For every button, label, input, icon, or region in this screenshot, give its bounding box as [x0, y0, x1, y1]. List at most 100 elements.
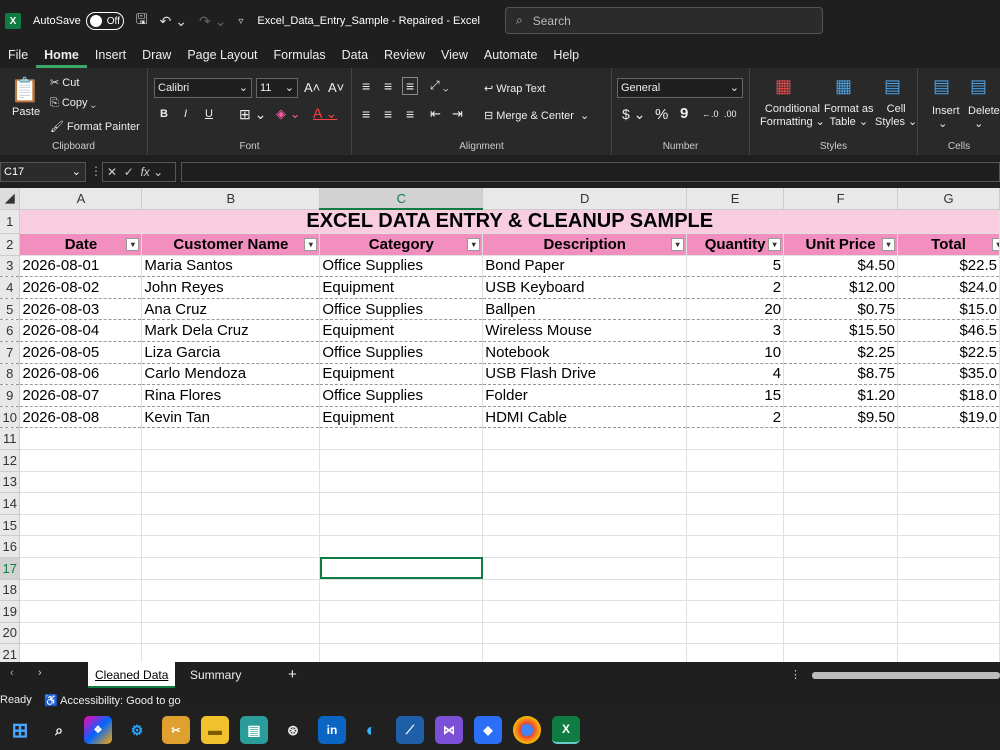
table-cell[interactable]: Wireless Mouse: [482, 319, 688, 342]
table-cell[interactable]: Bond Paper: [482, 255, 688, 278]
paste-icon[interactable]: 📋: [10, 76, 40, 105]
row-header[interactable]: 9: [0, 384, 21, 407]
table-cell[interactable]: [141, 514, 321, 537]
table-cell[interactable]: Ballpen: [482, 298, 688, 321]
table-cell[interactable]: 10: [686, 341, 785, 364]
table-cell[interactable]: $9.50: [783, 406, 899, 429]
menu-home[interactable]: Home: [36, 42, 87, 68]
table-cell[interactable]: $24.0: [897, 276, 1000, 299]
table-cell[interactable]: [319, 622, 484, 645]
gear-icon[interactable]: ⚙: [123, 716, 151, 744]
table-cell[interactable]: [482, 579, 688, 602]
table-cell[interactable]: [19, 449, 143, 472]
percent-button[interactable]: %: [655, 106, 668, 123]
table-cell[interactable]: [141, 600, 321, 623]
menu-help[interactable]: Help: [545, 42, 587, 68]
align-center-icon[interactable]: ≡: [384, 106, 392, 122]
row-header[interactable]: 15: [0, 514, 21, 537]
table-cell[interactable]: 2026-08-01: [19, 255, 143, 278]
select-all-corner[interactable]: ◢: [0, 188, 21, 210]
table-cell[interactable]: Notebook: [482, 341, 688, 364]
header-date[interactable]: Date ▾: [19, 233, 143, 256]
table-cell[interactable]: [783, 492, 899, 515]
menu-review[interactable]: Review: [376, 42, 433, 68]
table-cell[interactable]: [897, 449, 1000, 472]
windows-start-icon[interactable]: ⊞: [6, 716, 34, 744]
delete-cells-button[interactable]: Delete ⌄: [968, 105, 1000, 130]
row-header[interactable]: 12: [0, 449, 21, 472]
table-cell[interactable]: [319, 492, 484, 515]
cancel-icon[interactable]: ✕: [107, 165, 117, 179]
align-middle-icon[interactable]: ≡: [384, 78, 392, 94]
table-cell[interactable]: John Reyes: [141, 276, 321, 299]
comma-button[interactable]: 9: [680, 105, 688, 122]
table-cell[interactable]: [482, 643, 688, 662]
name-box[interactable]: C17 ⌄: [0, 162, 86, 182]
format-as-table-button[interactable]: Format as Table ⌄: [824, 103, 874, 128]
row-header[interactable]: 8: [0, 363, 21, 386]
table-cell[interactable]: [141, 557, 321, 580]
menu-file[interactable]: File: [0, 42, 36, 68]
table-cell[interactable]: [19, 427, 143, 450]
cell-styles-icon[interactable]: ▤: [884, 76, 901, 97]
tab-cleaned-data[interactable]: Cleaned Data: [88, 662, 176, 688]
row-header[interactable]: 5: [0, 298, 21, 321]
table-cell[interactable]: Carlo Mendoza: [141, 363, 321, 386]
table-cell[interactable]: [897, 535, 1000, 558]
more-options-icon[interactable]: ⋮: [790, 668, 801, 681]
table-cell[interactable]: Office Supplies: [319, 341, 484, 364]
search-box[interactable]: ⌕ Search: [505, 7, 823, 34]
table-cell[interactable]: [141, 643, 321, 662]
increase-indent-icon[interactable]: ⇥: [452, 106, 463, 122]
header-description[interactable]: Description ▾: [482, 233, 688, 256]
table-cell[interactable]: [897, 643, 1000, 662]
table-cell[interactable]: [319, 514, 484, 537]
table-cell[interactable]: 15: [686, 384, 785, 407]
column-header[interactable]: B: [141, 188, 321, 210]
column-header[interactable]: D: [482, 188, 688, 210]
copy-button[interactable]: ⎘ Copy ⌄: [50, 97, 96, 110]
table-cell[interactable]: [19, 579, 143, 602]
enter-icon[interactable]: ✓: [124, 165, 134, 179]
align-right-icon[interactable]: ≡: [406, 106, 414, 122]
font-name-select[interactable]: Calibri ⌄: [154, 78, 252, 98]
row-header[interactable]: 18: [0, 579, 21, 602]
table-cell[interactable]: Office Supplies: [319, 298, 484, 321]
header-unit-price[interactable]: Unit Price ▾: [783, 233, 899, 256]
decrease-indent-icon[interactable]: ⇤: [430, 106, 441, 122]
table-cell[interactable]: 2: [686, 276, 785, 299]
filter-dropdown-icon[interactable]: ▾: [304, 238, 318, 251]
align-top-icon[interactable]: ≡: [362, 78, 370, 94]
table-cell[interactable]: $8.75: [783, 363, 899, 386]
table-cell[interactable]: [897, 514, 1000, 537]
table-cell[interactable]: [783, 600, 899, 623]
table-cell[interactable]: [19, 600, 143, 623]
table-cell[interactable]: [686, 622, 785, 645]
table-cell[interactable]: [783, 471, 899, 494]
header-quantity[interactable]: Quantity ▾: [686, 233, 785, 256]
increase-decimal-icon[interactable]: ←.0: [702, 109, 719, 119]
table-cell[interactable]: [783, 557, 899, 580]
table-cell[interactable]: [897, 579, 1000, 602]
table-cell[interactable]: USB Keyboard: [482, 276, 688, 299]
table-cell[interactable]: [783, 427, 899, 450]
table-cell[interactable]: [686, 514, 785, 537]
table-cell[interactable]: HDMI Cable: [482, 406, 688, 429]
table-cell[interactable]: [319, 449, 484, 472]
table-cell[interactable]: [897, 600, 1000, 623]
table-cell[interactable]: 2026-08-02: [19, 276, 143, 299]
table-cell[interactable]: [897, 622, 1000, 645]
table-cell[interactable]: [141, 449, 321, 472]
redo-icon[interactable]: ↷ ⌄: [199, 13, 226, 30]
table-cell[interactable]: [482, 622, 688, 645]
italic-button[interactable]: I: [184, 108, 187, 120]
table-cell[interactable]: [482, 492, 688, 515]
table-cell[interactable]: [482, 427, 688, 450]
horizontal-scrollbar[interactable]: [812, 672, 1000, 679]
table-cell[interactable]: [19, 557, 143, 580]
worksheet[interactable]: ◢ A B C D E F G 1 EXCEL DATA ENTRY & CLE…: [0, 188, 1000, 662]
table-cell[interactable]: [783, 535, 899, 558]
table-cell[interactable]: Liza Garcia: [141, 341, 321, 364]
table-cell[interactable]: $15.0: [897, 298, 1000, 321]
row-header[interactable]: 1: [0, 209, 21, 234]
